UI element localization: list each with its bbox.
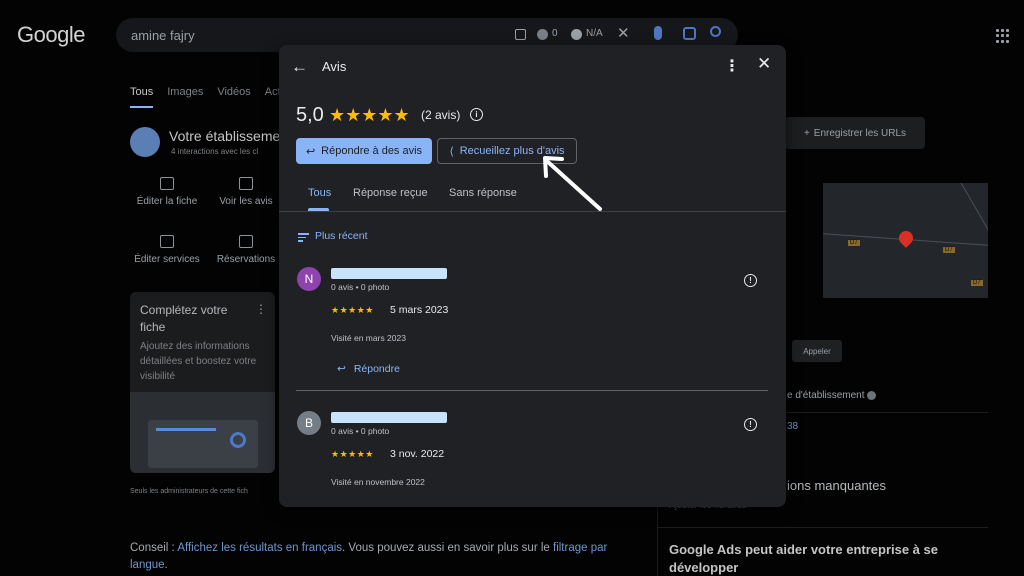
reviewer-avatar[interactable]: B bbox=[297, 411, 321, 435]
na-value: N/A bbox=[586, 28, 603, 39]
back-arrow-icon[interactable]: ← bbox=[291, 57, 308, 77]
business-type-label: e d'établissement bbox=[787, 390, 877, 401]
phone-number-link[interactable]: 38 bbox=[787, 421, 798, 432]
close-icon[interactable]: ✕ bbox=[757, 54, 771, 74]
dialog-title: Avis bbox=[322, 59, 347, 74]
review-visited: Visité en novembre 2022 bbox=[331, 477, 425, 487]
complete-card-illustration bbox=[130, 392, 275, 473]
review-stars: ★★★★★ bbox=[331, 449, 374, 459]
review-icon bbox=[239, 177, 253, 190]
language-tip: Conseil : Affichez les résultats en fran… bbox=[130, 540, 630, 574]
search-input[interactable]: amine fajry bbox=[131, 28, 195, 43]
tip-suffix: . bbox=[164, 559, 168, 571]
search-tabs: Tous Images Vidéos Act bbox=[130, 86, 295, 108]
reviewer-name-redacted[interactable] bbox=[331, 412, 447, 423]
rating-value: 5,0 bbox=[296, 104, 324, 126]
review-divider bbox=[296, 390, 768, 391]
more-options-icon[interactable]: ⋮ bbox=[724, 56, 740, 76]
sort-dropdown[interactable]: Plus récent bbox=[315, 230, 368, 242]
review-date: 3 nov. 2022 bbox=[390, 448, 445, 460]
review-visited: Visité en mars 2023 bbox=[331, 333, 406, 343]
apps-grid-icon[interactable] bbox=[996, 29, 1010, 43]
call-button[interactable]: Appeler bbox=[792, 340, 842, 362]
calendar-icon bbox=[239, 235, 253, 248]
info-icon[interactable]: i bbox=[470, 108, 483, 121]
review-date: 5 mars 2023 bbox=[390, 304, 449, 316]
reply-all-icon: ↩ bbox=[305, 145, 316, 158]
view-reviews-action[interactable]: Voir les avis bbox=[206, 177, 286, 207]
complete-card-title: Complétez votre fiche bbox=[140, 303, 228, 334]
mic-icon[interactable] bbox=[654, 26, 662, 40]
review-count: (2 avis) bbox=[421, 108, 461, 122]
bookings-action[interactable]: Réservations bbox=[206, 235, 286, 265]
share-icon: ⟨ bbox=[449, 145, 454, 158]
reviewer-meta: 0 avis • 0 photo bbox=[331, 282, 390, 292]
business-type-text: e d'établissement bbox=[787, 390, 865, 401]
reply-label: Répondre bbox=[353, 363, 400, 375]
tab-images[interactable]: Images bbox=[167, 86, 203, 108]
dollar-icon bbox=[571, 29, 582, 40]
reply-to-reviews-label: Répondre à des avis bbox=[321, 145, 423, 157]
tab-replied[interactable]: Réponse reçue bbox=[353, 187, 428, 199]
tip-prefix: Conseil : bbox=[130, 542, 178, 554]
view-reviews-label: Voir les avis bbox=[219, 196, 273, 207]
map-thumbnail[interactable]: D7 D7 D7 bbox=[823, 183, 988, 298]
checkbox-icon[interactable] bbox=[515, 29, 526, 40]
complete-card-desc: Ajoutez des informations détaillées et b… bbox=[140, 341, 257, 382]
divider bbox=[657, 527, 988, 528]
report-icon[interactable]: ! bbox=[744, 418, 757, 431]
map-road-tag: D7 bbox=[848, 240, 860, 246]
reply-to-reviews-button[interactable]: ↩ Répondre à des avis bbox=[296, 138, 432, 164]
flag-icon bbox=[537, 29, 548, 40]
tab-videos[interactable]: Vidéos bbox=[217, 86, 250, 108]
business-title: Votre établissement bbox=[169, 128, 292, 144]
map-pin-icon bbox=[896, 228, 916, 248]
admin-note: Seuls les administrateurs de cette fich bbox=[130, 488, 248, 495]
register-urls-button[interactable]: + Enregistrer les URLs bbox=[785, 117, 925, 149]
plus-icon: + bbox=[803, 127, 810, 139]
map-road-tag: D7 bbox=[971, 280, 983, 286]
bookings-label: Réservations bbox=[216, 254, 276, 265]
tab-unanswered[interactable]: Sans réponse bbox=[449, 187, 517, 199]
google-ads-heading: Google Ads peut aider votre entreprise à… bbox=[669, 542, 938, 575]
reviewer-meta: 0 avis • 0 photo bbox=[331, 426, 390, 436]
more-options-icon[interactable]: ⋮ bbox=[255, 302, 267, 316]
counter-value: 0 bbox=[552, 28, 558, 39]
storefront-icon bbox=[160, 177, 174, 190]
missing-info-heading: ions manquantes bbox=[787, 478, 887, 493]
divider bbox=[785, 412, 988, 413]
french-link[interactable]: français bbox=[302, 542, 342, 554]
register-urls-label: Enregistrer les URLs bbox=[813, 127, 907, 139]
report-icon[interactable]: ! bbox=[744, 274, 757, 287]
results-language-link[interactable]: Affichez les résultats en bbox=[177, 542, 298, 554]
reviewer-name-redacted[interactable] bbox=[331, 268, 447, 279]
lens-icon[interactable] bbox=[683, 27, 696, 40]
edit-profile-action[interactable]: Éditer la fiche bbox=[127, 177, 207, 207]
edit-services-action[interactable]: Éditer services bbox=[127, 235, 207, 265]
reply-icon: ↩ bbox=[337, 363, 346, 375]
business-avatar bbox=[130, 127, 160, 157]
rating-stars: ★★★★★ bbox=[329, 105, 410, 125]
tip-middle: . Vous pouvez aussi en savoir plus sur l… bbox=[342, 542, 553, 554]
map-road-tag: D7 bbox=[943, 247, 955, 253]
tab-all[interactable]: Tous bbox=[308, 187, 331, 199]
sort-icon[interactable] bbox=[298, 233, 309, 244]
edit-profile-label: Éditer la fiche bbox=[136, 196, 198, 207]
tab-tous[interactable]: Tous bbox=[130, 86, 154, 108]
review-stars: ★★★★★ bbox=[331, 305, 374, 315]
reviews-dialog: ← Avis ⋮ ✕ 5,0 ★★★★★ (2 avis) i ↩ Répond… bbox=[279, 45, 786, 507]
complete-profile-card[interactable]: Complétez votre fiche ⋮ Ajoutez des info… bbox=[130, 292, 275, 473]
reply-button[interactable]: ↩ Répondre bbox=[337, 363, 400, 375]
edit-services-label: Éditer services bbox=[134, 254, 200, 265]
search-icon[interactable] bbox=[710, 26, 721, 37]
annotation-arrow bbox=[543, 156, 602, 211]
business-interactions[interactable]: 4 interactions avec les cl bbox=[171, 147, 258, 156]
info-icon[interactable] bbox=[867, 390, 877, 400]
google-logo[interactable]: Google bbox=[17, 22, 85, 48]
clear-icon[interactable]: ✕ bbox=[617, 24, 630, 42]
reviewer-avatar[interactable]: N bbox=[297, 267, 321, 291]
list-icon bbox=[160, 235, 174, 248]
tabs-divider bbox=[279, 211, 786, 212]
